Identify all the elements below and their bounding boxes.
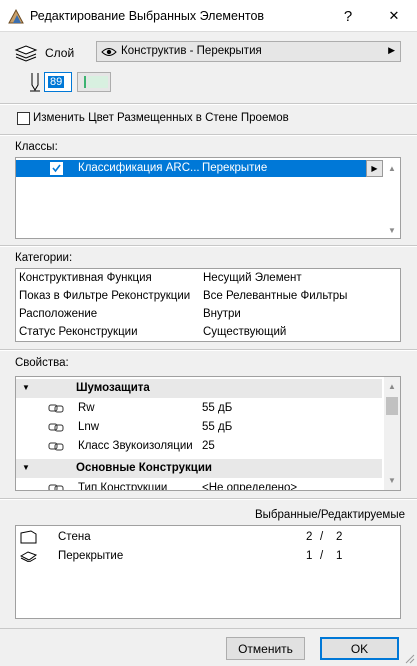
selection-header: Выбранные/Редактируемые [255, 509, 405, 521]
scrollbar-thumb[interactable] [386, 397, 398, 415]
layer-label: Слой [45, 46, 75, 60]
resize-grip-icon[interactable] [404, 653, 415, 664]
properties-heading: Свойства: [15, 357, 69, 369]
property-row[interactable]: Класс Звукоизоляции 25 [16, 437, 382, 456]
category-value[interactable]: Все Релевантные Фильтры [203, 290, 347, 302]
selection-separator: / [320, 531, 324, 543]
pen-number-field[interactable]: 89 [44, 72, 72, 92]
selection-count-selected: 1 [306, 550, 313, 562]
property-name: Класс Звукоизоляции [78, 440, 193, 452]
slab-icon [20, 551, 38, 562]
ok-button[interactable]: OK [320, 637, 399, 660]
category-name: Показ в Фильтре Реконструкции [19, 290, 191, 302]
selection-name: Стена [58, 531, 91, 543]
eye-icon [101, 48, 117, 56]
app-icon [8, 8, 24, 24]
property-value[interactable]: 55 дБ [202, 421, 232, 433]
property-group-name: Шумозащита [76, 382, 150, 394]
selection-count-selected: 2 [306, 531, 313, 543]
property-value[interactable]: 25 [202, 440, 215, 452]
link-icon [48, 484, 64, 490]
categories-panel: Конструктивная Функция Несущий Элемент П… [15, 268, 401, 342]
layer-dropdown[interactable]: Конструктив - Перекрытия ▶ [96, 41, 401, 62]
class-system: Классификация ARC... [78, 162, 200, 174]
category-value[interactable]: Внутри [203, 308, 241, 320]
class-checkbox[interactable] [50, 162, 63, 175]
change-color-checkbox[interactable] [17, 112, 30, 125]
property-group-row[interactable]: ▼ Шумозащита [16, 379, 382, 398]
property-row[interactable]: Lnw 55 дБ [16, 418, 382, 437]
property-group-name: Основные Конструкции [76, 462, 212, 474]
property-name: Lnw [78, 421, 100, 433]
scroll-down-icon[interactable]: ▼ [388, 226, 396, 235]
scroll-up-icon[interactable]: ▲ [388, 382, 396, 391]
divider [0, 246, 417, 247]
property-group-row[interactable]: ▼ Основные Конструкции [16, 459, 382, 478]
scroll-down-icon[interactable]: ▼ [388, 476, 396, 485]
classes-panel: Классификация ARC... Перекрытие ▶ ▲ ▼ [15, 157, 401, 239]
classes-heading: Классы: [15, 141, 58, 153]
divider [0, 104, 417, 105]
collapse-arrow-icon[interactable]: ▼ [22, 383, 30, 392]
properties-scrollbar[interactable]: ▲ ▼ [384, 377, 400, 490]
swatch-line-icon [84, 76, 86, 88]
checkmark-icon [52, 164, 61, 173]
property-value[interactable]: <Не определено> [202, 482, 297, 490]
properties-panel: ▼ Шумозащита Rw 55 дБ Lnw 55 дБ Класс Зв… [15, 376, 401, 491]
categories-heading: Категории: [15, 252, 73, 264]
pen-color-swatch[interactable] [77, 72, 111, 92]
layer-value: Конструктив - Перекрытия [121, 45, 262, 57]
property-name: Тип Конструкции [78, 482, 168, 491]
title-bar: Редактирование Выбранных Элементов ? ✕ [0, 0, 417, 32]
property-name: Rw [78, 402, 95, 414]
collapse-arrow-icon[interactable]: ▼ [22, 463, 30, 472]
link-icon [48, 404, 64, 413]
dropdown-arrow-icon: ▶ [388, 45, 395, 55]
layer-icon [14, 45, 38, 62]
class-row[interactable]: Классификация ARC... Перекрытие [16, 160, 366, 177]
selection-panel: Стена 2 / 2 Перекрытие 1 / 1 [15, 525, 401, 619]
category-name: Статус Реконструкции [19, 326, 138, 338]
swatch-fill [88, 76, 108, 88]
divider [0, 499, 417, 500]
selection-separator: / [320, 550, 324, 562]
change-color-label: Изменить Цвет Размещенных в Стене Проемо… [33, 112, 289, 124]
category-name: Расположение [19, 308, 98, 320]
help-button[interactable]: ? [330, 0, 366, 32]
divider [0, 135, 417, 136]
property-value[interactable]: 55 дБ [202, 402, 232, 414]
category-name: Конструктивная Функция [19, 272, 152, 284]
selection-name: Перекрытие [58, 550, 124, 562]
divider [0, 350, 417, 351]
class-value: Перекрытие [202, 162, 268, 174]
selection-count-editable: 2 [336, 531, 343, 543]
selection-count-editable: 1 [336, 550, 343, 562]
divider [0, 628, 417, 629]
window-title: Редактирование Выбранных Элементов [30, 9, 265, 23]
class-expand-button[interactable]: ▶ [366, 160, 383, 177]
link-icon [48, 442, 64, 451]
cancel-button[interactable]: Отменить [226, 637, 305, 660]
wall-icon [20, 530, 37, 544]
link-icon [48, 423, 64, 432]
property-row[interactable]: Rw 55 дБ [16, 399, 382, 418]
category-value[interactable]: Несущий Элемент [203, 272, 302, 284]
pen-number-value: 89 [48, 76, 65, 88]
close-button[interactable]: ✕ [376, 0, 412, 32]
scroll-up-icon[interactable]: ▲ [388, 164, 396, 173]
property-row[interactable]: Тип Конструкции <Не определено> [16, 479, 382, 491]
category-value[interactable]: Существующий [203, 326, 286, 338]
pen-icon [30, 73, 40, 92]
